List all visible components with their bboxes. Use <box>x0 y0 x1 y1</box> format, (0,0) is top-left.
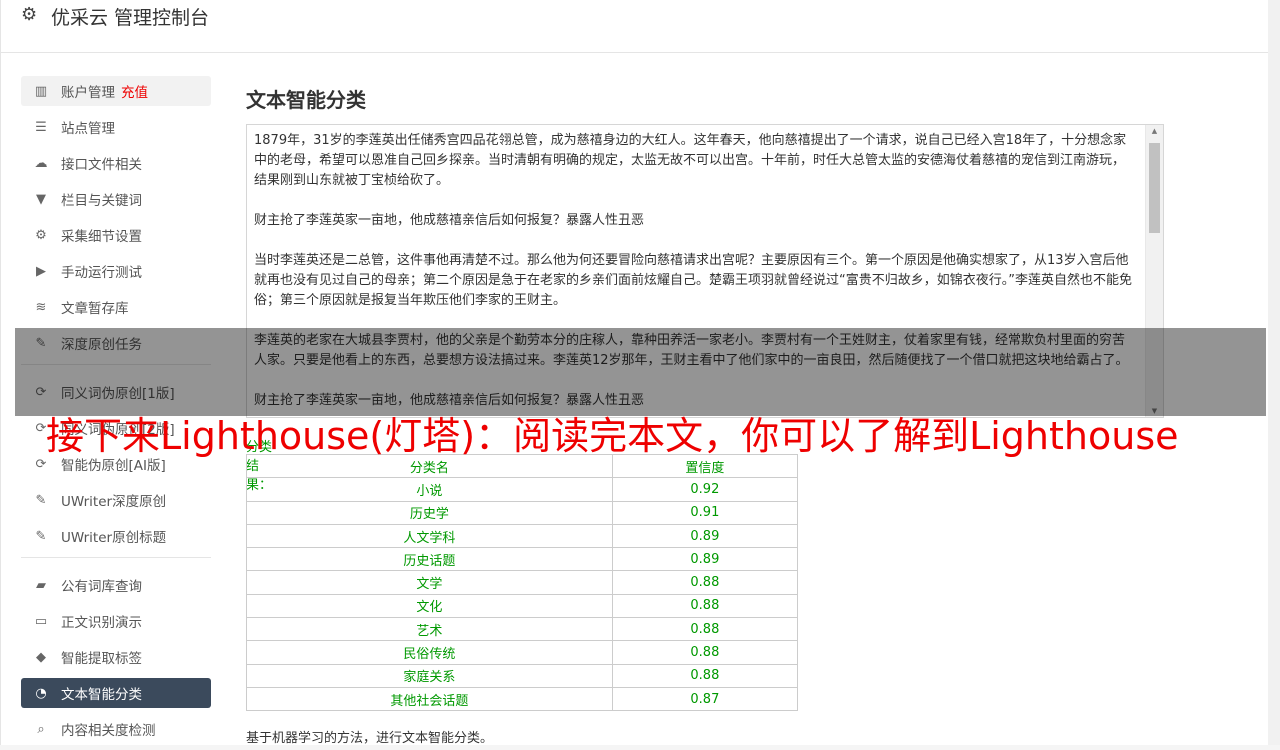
confidence-cell: 0.89 <box>611 547 799 572</box>
overlay-banner: 接下来Lighthouse(灯塔)：阅读完本文，你可以了解到Lighthouse <box>46 414 1179 458</box>
sidebar-item[interactable]: ▥ 账户管理 充值 <box>21 76 211 106</box>
page-scrollbar[interactable] <box>1268 0 1280 745</box>
sidebar-item-label: 采集细节设置 <box>61 229 142 245</box>
text-paragraph: 当时李莲英还是二总管，这件事他再清楚不过。那么他为何还要冒险向慈禧请求出宫呢？主… <box>254 253 1132 308</box>
overlay-band <box>15 328 1266 416</box>
confidence-cell: 0.88 <box>611 617 799 642</box>
sidebar-divider <box>21 557 211 558</box>
sidebar-item-label: 公有词库查询 <box>61 579 142 595</box>
table-row: 民俗传统 0.88 <box>246 640 799 665</box>
app-title: 优采云 管理控制台 <box>51 7 210 29</box>
page-title: 文本智能分类 <box>246 88 366 112</box>
category-cell: 人文学科 <box>246 523 613 549</box>
sidebar-item[interactable]: ◔ 文本智能分类 <box>21 678 211 708</box>
pie-chart-icon: ◔ <box>35 685 47 701</box>
text-paragraph: 财主抢了李莲英家一亩地，他成慈禧亲信后如何报复？暴露人性丑恶 <box>254 213 645 228</box>
category-cell: 文化 <box>246 593 613 619</box>
table-row: 其他社会话题 0.87 <box>246 686 799 712</box>
sidebar-item[interactable]: ✎ UWriter深度原创 <box>21 485 211 515</box>
sidebar-item-label: 文章暂存库 <box>61 301 129 317</box>
sidebar-item-label: 正文识别演示 <box>61 615 142 631</box>
scroll-thumb[interactable] <box>1149 143 1160 233</box>
edit-icon: ✎ <box>35 528 47 544</box>
sidebar-item-label: UWriter深度原创 <box>61 494 167 510</box>
sidebar-item-label: 文本智能分类 <box>61 687 142 703</box>
sidebar-item[interactable]: ✎ UWriter原创标题 <box>21 521 211 551</box>
table-row: 人文学科 0.89 <box>246 523 799 549</box>
text-paragraph: 1879年，31岁的李莲英出任储秀宫四品花翎总管，成为慈禧身边的大红人。这年春天… <box>254 133 1127 188</box>
confidence-cell: 0.88 <box>611 593 799 619</box>
filter-icon: ▼ <box>36 191 46 207</box>
gears-icon: ⚙ <box>35 227 47 243</box>
table-row: 家庭关系 0.88 <box>246 663 799 688</box>
category-cell: 历史话题 <box>246 547 613 572</box>
category-cell: 民俗传统 <box>246 640 613 665</box>
category-cell: 艺术 <box>246 617 613 642</box>
confidence-cell: 0.92 <box>611 477 799 502</box>
sidebar-item[interactable]: ▰ 公有词库查询 <box>21 570 211 600</box>
confidence-cell: 0.91 <box>611 500 799 525</box>
search-icon: ⌕ <box>37 721 45 737</box>
table-row: 历史话题 0.89 <box>246 547 799 572</box>
sidebar-item[interactable]: ⌕ 内容相关度检测 <box>21 714 211 744</box>
category-cell: 历史学 <box>246 500 613 525</box>
category-cell: 文学 <box>246 570 613 595</box>
sidebar-item[interactable]: ≋ 文章暂存库 <box>21 292 211 322</box>
table-row: 小说 0.92 <box>246 477 799 502</box>
category-cell: 小说 <box>246 477 613 502</box>
recharge-link[interactable]: 充值 <box>121 81 148 101</box>
sidebar-item-label: 账户管理 <box>61 85 115 101</box>
confidence-cell: 0.88 <box>611 570 799 595</box>
confidence-cell: 0.88 <box>611 663 799 688</box>
sidebar-item-label: 栏目与关键词 <box>61 193 142 209</box>
sidebar-item[interactable]: ◆ 智能提取标签 <box>21 642 211 672</box>
cloud-upload-icon: ☁ <box>34 155 48 171</box>
confidence-cell: 0.89 <box>611 523 799 549</box>
category-cell: 其他社会话题 <box>246 686 613 712</box>
table-row: 艺术 0.88 <box>246 617 799 642</box>
sidebar-item-label: 站点管理 <box>61 121 115 137</box>
play-circle-icon: ▶ <box>36 263 46 279</box>
scroll-up-icon[interactable]: ▲ <box>1146 127 1163 135</box>
result-table: 分类名 置信度 小说 0.92 历史学 0.91 人文学科 0.89 历史话题 0.89 文学 0… <box>246 453 799 712</box>
sidebar-item-label: 手动运行测试 <box>61 265 142 281</box>
sidebar-item-label: 智能提取标签 <box>61 651 142 667</box>
header: ⚙ 优采云 管理控制台 <box>1 0 1269 53</box>
server-icon: ☰ <box>35 119 47 135</box>
sidebar-item[interactable]: ▶ 手动运行测试 <box>21 256 211 286</box>
table-row: 文化 0.88 <box>246 593 799 619</box>
category-cell: 家庭关系 <box>246 663 613 688</box>
tag-icon: ◆ <box>36 649 46 665</box>
confidence-cell: 0.87 <box>611 686 799 712</box>
sidebar-item[interactable]: ▭ 正文识别演示 <box>21 606 211 636</box>
sidebar-item-label: 内容相关度检测 <box>61 723 156 739</box>
sidebar-item[interactable]: ⚙ 采集细节设置 <box>21 220 211 250</box>
sidebar-item[interactable]: ☁ 接口文件相关 <box>21 148 211 178</box>
book-icon: ▰ <box>36 577 46 593</box>
footnote: 基于机器学习的方法，进行文本智能分类。 <box>246 731 494 746</box>
sidebar-item-label: UWriter原创标题 <box>61 530 167 546</box>
table-row: 历史学 0.91 <box>246 500 799 525</box>
gear-icon[interactable]: ⚙ <box>21 4 37 25</box>
confidence-cell: 0.88 <box>611 640 799 665</box>
database-icon: ≋ <box>35 299 47 315</box>
monitor-icon: ▭ <box>34 613 48 629</box>
table-row: 文学 0.88 <box>246 570 799 595</box>
sidebar-item[interactable]: ☰ 站点管理 <box>21 112 211 142</box>
bar-chart-icon: ▥ <box>34 83 48 99</box>
sidebar-item[interactable]: ▼ 栏目与关键词 <box>21 184 211 214</box>
edit-icon: ✎ <box>35 492 47 508</box>
sidebar-item-label: 接口文件相关 <box>61 157 142 173</box>
